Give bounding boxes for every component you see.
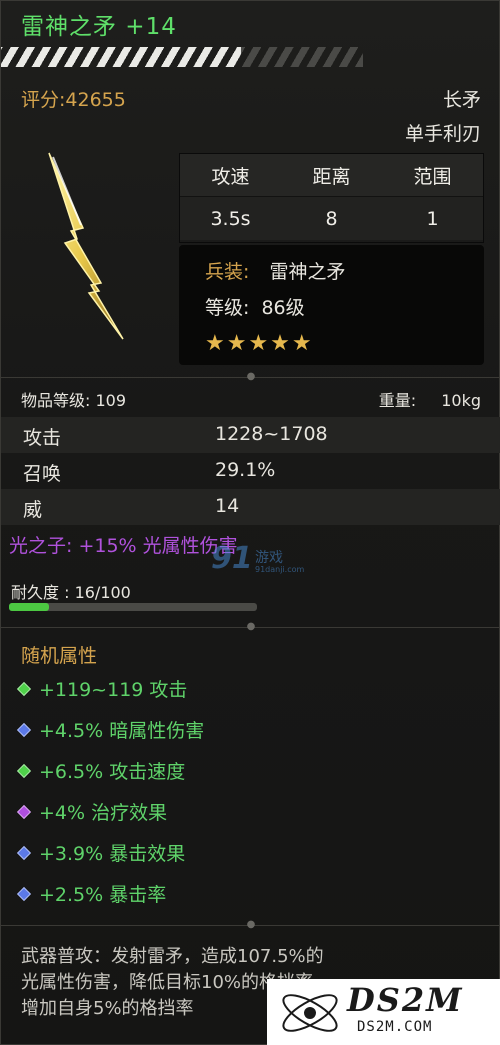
attribute-value: 1228~1708	[215, 423, 328, 445]
value-attack-speed: 3.5s	[210, 207, 251, 230]
gem-icon	[16, 886, 32, 901]
attribute-key: 威	[23, 499, 43, 521]
star-rating: ★★★★★	[205, 331, 314, 356]
equip-label: 兵装:	[205, 261, 250, 283]
value-range: 8	[325, 207, 338, 230]
weapon-type: 长矛	[442, 89, 481, 111]
gem-icon	[16, 681, 32, 696]
random-attribute-text: +6.5% 攻击速度	[39, 761, 186, 783]
lightning-spear-icon	[48, 152, 124, 340]
random-attribute-text: +3.9% 暴击效果	[39, 843, 186, 865]
attribute-row: 攻击 1228~1708	[1, 417, 500, 453]
random-attribute-text: +119~119 攻击	[39, 679, 188, 701]
random-attributes-title: 随机属性	[21, 645, 98, 667]
random-attribute-text: +4.5% 暗属性伤害	[39, 720, 205, 742]
attribute-key: 攻击	[23, 427, 62, 449]
item-name: 雷神之矛 +14	[21, 14, 177, 40]
random-attribute-item: +2.5% 暴击率	[16, 880, 167, 907]
random-attribute-item: +4% 治疗效果	[16, 798, 168, 825]
item-level: 物品等级: 109	[21, 391, 127, 410]
durability-fill	[9, 603, 49, 611]
item-score: 评分:42655	[21, 89, 126, 111]
divider-ornament: ●	[246, 621, 256, 632]
durability-label: 耐久度 : 16/100	[11, 583, 131, 602]
equipment-info-box: 兵装: 雷神之矛 等级: 86级 ★★★★★	[179, 245, 484, 365]
item-weight: 重量: 10kg	[379, 387, 481, 411]
equip-level: 86级	[261, 297, 305, 319]
weapon-subtype: 单手利刃	[404, 123, 481, 145]
durability-bar	[9, 603, 257, 611]
attribute-value: 14	[215, 495, 240, 517]
item-tooltip-panel: 雷神之矛 +14 评分:42655 长矛 单手利刃 攻速 距离 范围 3.5s …	[0, 0, 500, 1045]
header-area: 范围	[413, 165, 452, 188]
random-attribute-text: +4% 治疗效果	[39, 802, 168, 824]
gem-icon	[16, 722, 32, 737]
weapon-stats-table: 攻速 距离 范围 3.5s 8 1	[179, 153, 484, 243]
atom-logo-icon	[282, 994, 338, 1032]
weight-label: 重量:	[378, 391, 417, 410]
random-attribute-item: +4.5% 暗属性伤害	[16, 716, 205, 743]
gem-icon	[16, 804, 32, 819]
divider-ornament: ●	[246, 371, 256, 382]
equip-name: 雷神之矛	[269, 261, 346, 283]
attribute-key: 召唤	[23, 463, 62, 485]
header-range: 距离	[312, 165, 351, 188]
description-line: 武器普攻：发射雷矛，造成107.5%的	[21, 946, 324, 967]
title-stripe-fade	[241, 47, 363, 67]
watermark-url: 91danji.com	[255, 565, 305, 574]
logo-main-text: DS2M	[347, 981, 464, 1019]
attribute-row: 召唤 29.1%	[1, 453, 500, 489]
header-attack-speed: 攻速	[211, 165, 250, 188]
attribute-row: 威 14	[1, 489, 500, 525]
gem-icon	[16, 845, 32, 860]
special-effect: 光之子: +15% 光属性伤害	[9, 535, 238, 557]
weight-value: 10kg	[441, 391, 481, 410]
gem-icon	[16, 763, 32, 778]
watermark-number: 91	[211, 541, 253, 576]
watermark-text: 游戏	[255, 550, 283, 566]
value-area: 1	[426, 207, 439, 230]
random-attribute-text: +2.5% 暴击率	[39, 884, 167, 906]
site-watermark: 91 游戏 91danji.com	[211, 541, 311, 581]
random-attribute-item: +6.5% 攻击速度	[16, 757, 186, 784]
random-attribute-item: +119~119 攻击	[16, 675, 188, 702]
logo-sub-text: DS2M.COM	[357, 1019, 433, 1035]
random-attribute-item: +3.9% 暴击效果	[16, 839, 186, 866]
attribute-value: 29.1%	[215, 459, 276, 481]
divider-ornament: ●	[246, 919, 256, 930]
ds2m-logo: DS2M DS2M.COM	[267, 979, 500, 1045]
level-label: 等级:	[205, 297, 250, 319]
